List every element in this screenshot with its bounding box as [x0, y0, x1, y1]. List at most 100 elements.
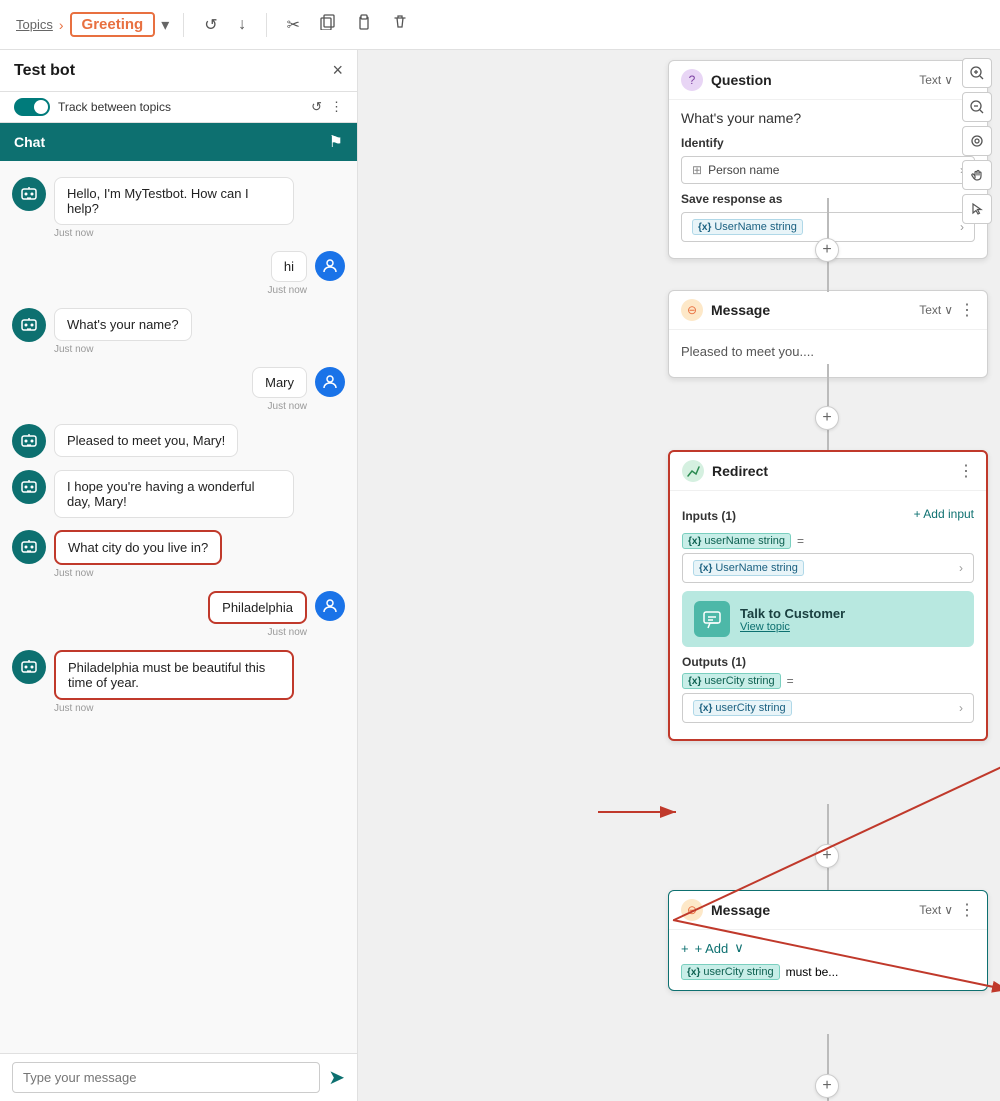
outputs-label: Outputs (1): [682, 655, 974, 669]
message2-type-button[interactable]: Text ∨: [919, 903, 953, 917]
more-icon[interactable]: ⋮: [330, 99, 343, 115]
connector-plus-4[interactable]: +: [815, 1074, 839, 1098]
redirect-node-header: Redirect ⋮: [670, 452, 986, 491]
message2-menu-icon[interactable]: ⋮: [959, 900, 975, 920]
chat-tab-flag-icon: ⚑: [329, 132, 343, 152]
delete-button[interactable]: [386, 10, 414, 39]
zoom-in-button[interactable]: [962, 58, 992, 88]
chat-subheader: Track between topics ↺ ⋮: [0, 92, 357, 123]
user-avatar-2: [315, 367, 345, 397]
bot-avatar-4: [12, 470, 46, 504]
identify-field[interactable]: ⊞ Person name ›: [681, 156, 975, 184]
message-bubble-2: What's your name?: [54, 308, 192, 341]
chevron-down-icon[interactable]: ▾: [161, 15, 169, 35]
message-bubble-user-2: Mary: [252, 367, 307, 398]
undo-button[interactable]: ↺: [198, 11, 223, 39]
output-src-field[interactable]: {x} userCity string ›: [682, 693, 974, 723]
chat-tab-label[interactable]: Chat: [14, 134, 45, 150]
message-bot-4: I hope you're having a wonderful day, Ma…: [12, 470, 345, 518]
nav-separator: [183, 13, 184, 37]
message-bot-5: What city do you live in? Just now: [12, 530, 345, 579]
var-badge-username: {x} UserName string: [692, 219, 803, 235]
canvas-area: ? Question Text ∨ ⋮ What's your name? Id…: [358, 50, 1000, 1101]
fit-button[interactable]: [962, 126, 992, 156]
connector-plus-2[interactable]: +: [815, 406, 839, 430]
timestamp-5: Just now: [54, 568, 222, 579]
input-var: userName: [704, 535, 755, 547]
message1-type-label: Text: [919, 303, 941, 317]
input-src-field[interactable]: {x} UserName string ›: [682, 553, 974, 583]
message1-menu-icon[interactable]: ⋮: [959, 300, 975, 320]
message-bubble-6: Philadelphia must be beautiful this time…: [54, 650, 294, 700]
message2-header-left: ⊖ Message: [681, 899, 770, 921]
header-controls: ×: [332, 60, 343, 81]
close-button[interactable]: ×: [332, 60, 343, 81]
output-var-badge: {x} userCity string: [682, 673, 781, 689]
question-node-header: ? Question Text ∨ ⋮: [669, 61, 987, 100]
message1-chevron-icon: ∨: [944, 303, 953, 317]
breadcrumb: Topics › Greeting ▾: [16, 12, 169, 37]
identify-label: Identify: [681, 136, 975, 150]
message2-node-title: Message: [711, 902, 770, 918]
message2-type-label: Text: [919, 903, 941, 917]
save-type: string: [770, 221, 797, 233]
message-bubble-user-1-wrap: hi Just now: [268, 251, 307, 296]
subheader-icons: ↺ ⋮: [311, 99, 343, 115]
output-type: string: [748, 675, 775, 687]
redirect-menu-icon[interactable]: ⋮: [958, 461, 974, 481]
chat-input[interactable]: [12, 1062, 320, 1093]
message2-icon: ⊖: [681, 899, 703, 921]
copy-button[interactable]: [314, 10, 342, 39]
zoom-out-button[interactable]: [962, 92, 992, 122]
add-row[interactable]: + + Add ∨: [681, 940, 975, 956]
message-bubble-4: I hope you're having a wonderful day, Ma…: [54, 470, 294, 518]
view-topic-link[interactable]: View topic: [740, 621, 845, 633]
talk-to-customer-title: Talk to Customer: [740, 606, 845, 621]
message-bubble-user-3-wrap: Philadelphia Just now: [208, 591, 307, 638]
message2-suffix: must be...: [786, 965, 839, 979]
input-src-chevron-icon: ›: [959, 561, 963, 575]
talk-info: Talk to Customer View topic: [740, 606, 845, 633]
message2-content-row: {x} userCity string must be...: [681, 964, 975, 980]
redirect-node: Redirect ⋮ Inputs (1) + Add input {x} us…: [668, 450, 988, 741]
input-src-inner: {x} UserName string: [693, 560, 804, 576]
hand-tool-button[interactable]: [962, 160, 992, 190]
track-toggle: Track between topics: [14, 98, 171, 116]
paste-button[interactable]: [350, 10, 378, 39]
refresh-icon[interactable]: ↺: [311, 99, 322, 115]
input-src-badge: {x} UserName string: [693, 560, 804, 576]
breadcrumb-topics[interactable]: Topics: [16, 17, 53, 32]
message2-header-right: Text ∨ ⋮: [919, 900, 975, 920]
top-nav: Topics › Greeting ▾ ↺ ↓ ✂: [0, 0, 1000, 50]
message2-chevron-icon: ∨: [944, 903, 953, 917]
timestamp-user-3: Just now: [268, 627, 307, 638]
nav-separator2: [266, 13, 267, 37]
message-bubble-3: Pleased to meet you, Mary!: [54, 424, 238, 457]
question-type-button[interactable]: Text ∨: [919, 73, 953, 87]
connector-plus-1[interactable]: +: [815, 238, 839, 262]
track-toggle-switch[interactable]: [14, 98, 50, 116]
send-button[interactable]: ➤: [328, 1065, 345, 1090]
identify-value: Person name: [708, 163, 779, 177]
connector-line-3b: [827, 868, 829, 890]
redirect-header-right: ⋮: [958, 461, 974, 481]
question-node-title: Question: [711, 72, 772, 88]
message-bot-3: Pleased to meet you, Mary!: [12, 424, 345, 458]
eq-sign-2: =: [787, 674, 794, 688]
input-var-badge: {x} userName string: [682, 533, 791, 549]
main-layout: Test bot × Track between topics ↺ ⋮ Chat…: [0, 50, 1000, 1101]
breadcrumb-current[interactable]: Greeting: [70, 12, 156, 37]
message1-type-button[interactable]: Text ∨: [919, 303, 953, 317]
message-bot-2: What's your name? Just now: [12, 308, 345, 355]
connector-plus-3[interactable]: +: [815, 844, 839, 868]
input-type: string: [758, 535, 785, 547]
redirect-node-body: Inputs (1) + Add input {x} userName stri…: [670, 491, 986, 739]
message-bubble-5: What city do you live in?: [54, 530, 222, 565]
message-bubble-user-2-wrap: Mary Just now: [252, 367, 307, 412]
message2-node-body: + + Add ∨ {x} userCity string must be...: [669, 930, 987, 990]
add-input-button[interactable]: + Add input: [914, 507, 974, 521]
identify-field-inner: ⊞ Person name: [692, 163, 779, 177]
cursor-tool-button[interactable]: [962, 194, 992, 224]
cut-button[interactable]: ✂: [281, 11, 306, 39]
redo-button[interactable]: ↓: [232, 12, 252, 38]
